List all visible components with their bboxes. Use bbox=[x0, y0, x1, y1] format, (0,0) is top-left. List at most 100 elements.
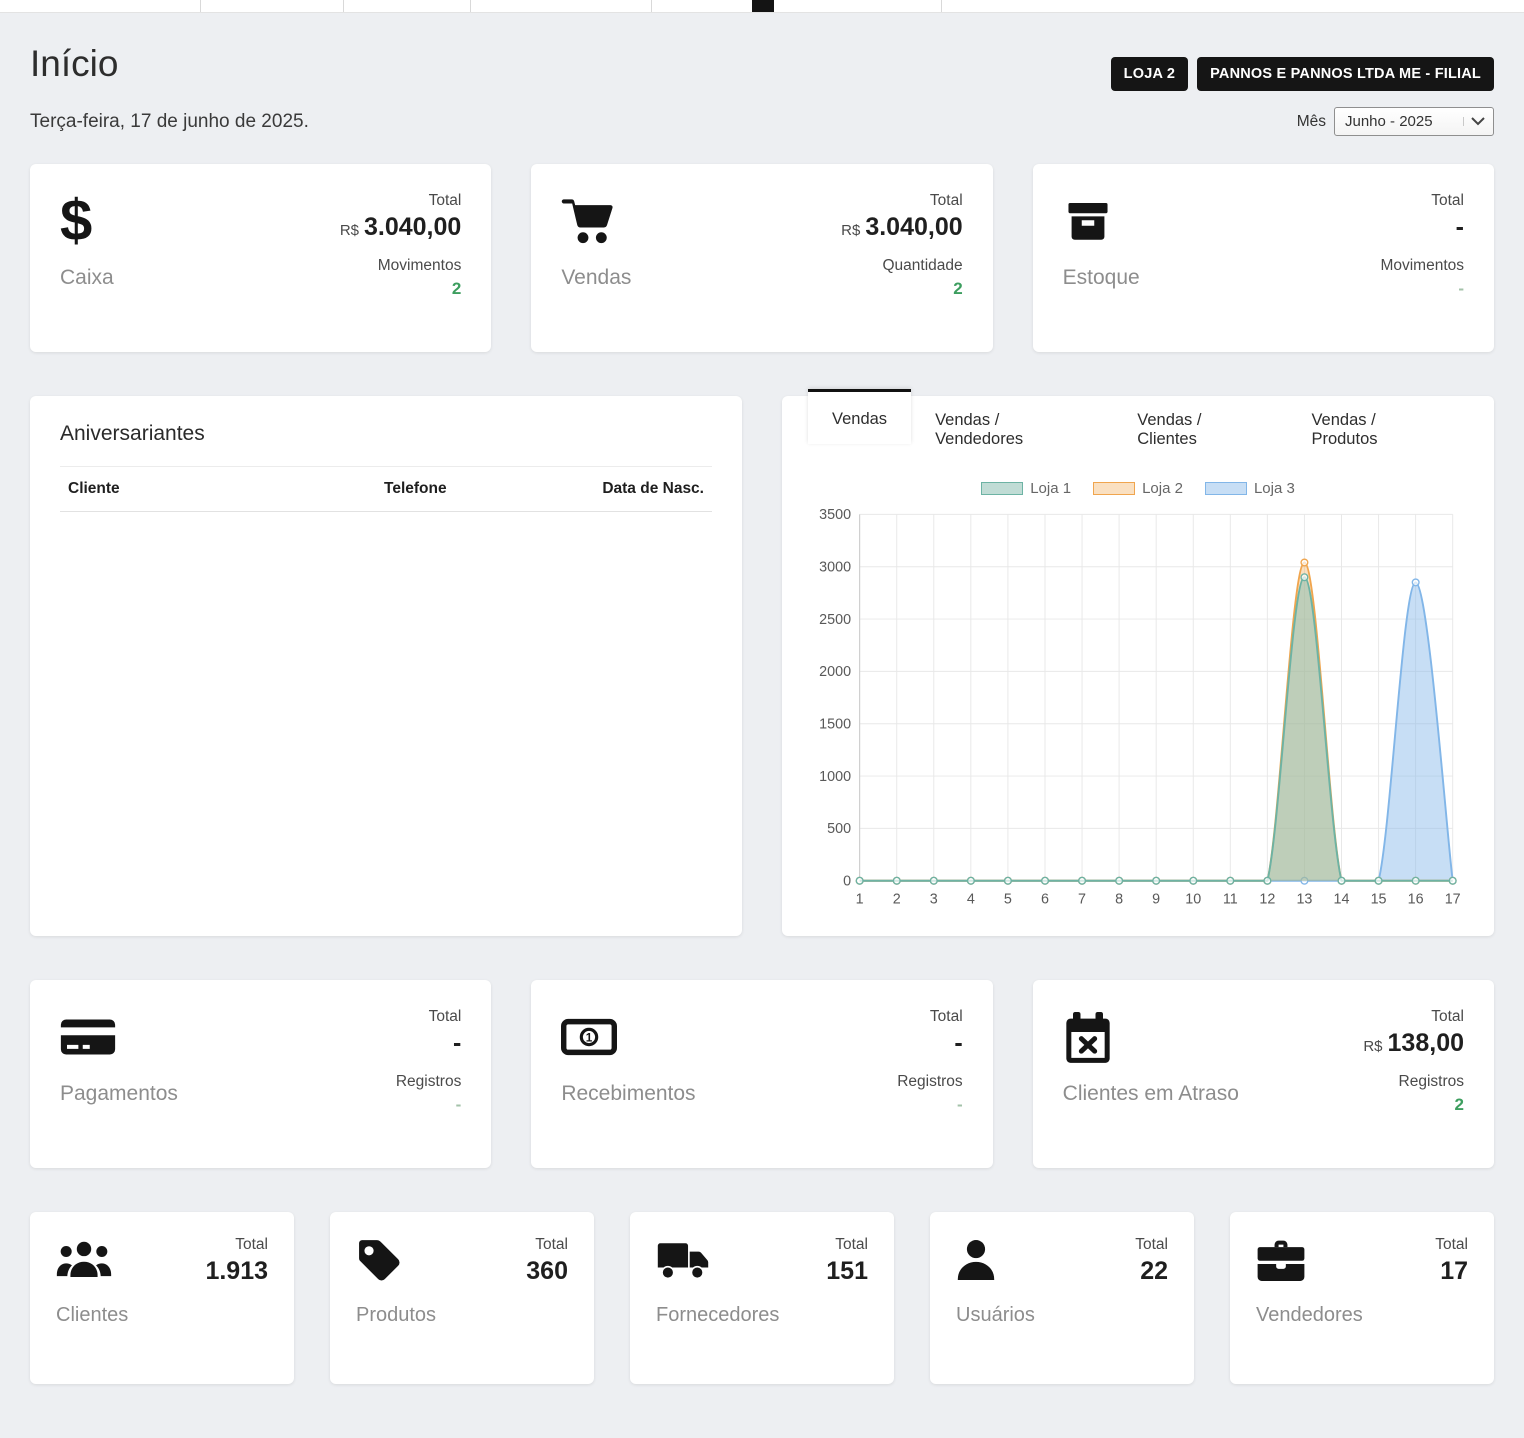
money-icon: 1 bbox=[561, 1008, 695, 1066]
legend-label: Loja 1 bbox=[1030, 480, 1071, 497]
month-select-value: Junho - 2025 bbox=[1345, 113, 1433, 130]
tag-icon bbox=[356, 1236, 402, 1284]
svg-text:12: 12 bbox=[1259, 892, 1275, 908]
card-produtos: Total 360 Produtos bbox=[330, 1212, 594, 1384]
svg-text:17: 17 bbox=[1445, 892, 1461, 908]
metric-label: Total bbox=[1435, 1236, 1468, 1254]
svg-text:2500: 2500 bbox=[819, 612, 851, 628]
metric-label: Total bbox=[897, 1008, 962, 1026]
month-label: Mês bbox=[1297, 113, 1326, 131]
svg-text:5: 5 bbox=[1004, 892, 1012, 908]
svg-text:1: 1 bbox=[856, 892, 864, 908]
svg-text:14: 14 bbox=[1334, 892, 1350, 908]
metric-label: Registros bbox=[1363, 1073, 1464, 1091]
legend-swatch bbox=[1205, 482, 1247, 495]
svg-text:500: 500 bbox=[827, 821, 851, 837]
dollar-glyph: $ bbox=[60, 192, 92, 250]
card-recebimentos: 1 Recebimentos Total - Registros - bbox=[531, 980, 992, 1168]
credit-card-icon bbox=[60, 1008, 178, 1066]
svg-text:8: 8 bbox=[1115, 892, 1123, 908]
metric-label: Total bbox=[1380, 192, 1464, 210]
metric-value: R$3.040,00 bbox=[340, 213, 462, 242]
month-select[interactable]: Junho - 2025 bbox=[1334, 107, 1494, 136]
top-nav-strip bbox=[0, 0, 1524, 13]
page-title: Início bbox=[30, 43, 118, 85]
column-header-data-nasc: Data de Nasc. bbox=[554, 480, 704, 498]
nav-divider bbox=[200, 0, 201, 12]
tab-vendas[interactable]: Vendas bbox=[808, 389, 911, 444]
svg-text:15: 15 bbox=[1371, 892, 1387, 908]
top-tab-indicator[interactable] bbox=[752, 0, 774, 12]
metric-label: Total bbox=[1135, 1236, 1168, 1254]
legend-label: Loja 3 bbox=[1254, 480, 1295, 497]
store-badge[interactable]: LOJA 2 bbox=[1111, 57, 1188, 91]
birthdays-panel: Aniversariantes Cliente Telefone Data de… bbox=[30, 396, 742, 936]
metric-label: Total bbox=[396, 1008, 461, 1026]
metric-sub-value: - bbox=[897, 1095, 962, 1115]
card-label: Pagamentos bbox=[60, 1082, 178, 1106]
legend-item-loja1[interactable]: Loja 1 bbox=[981, 480, 1071, 497]
box-icon bbox=[1063, 192, 1140, 250]
birthdays-table: Cliente Telefone Data de Nasc. bbox=[60, 466, 712, 892]
svg-text:0: 0 bbox=[843, 874, 851, 890]
metric-label: Total bbox=[826, 1236, 868, 1254]
nav-divider bbox=[651, 0, 652, 12]
metric-label: Registros bbox=[396, 1073, 461, 1091]
metric-amount: - bbox=[954, 1029, 962, 1057]
tab-vendas-vendedores[interactable]: Vendas / Vendedores bbox=[911, 396, 1113, 464]
metric-amount: - bbox=[453, 1029, 461, 1057]
metric-sub-value: 2 bbox=[1363, 1095, 1464, 1115]
metric-amount: 138,00 bbox=[1388, 1029, 1464, 1057]
birthdays-title: Aniversariantes bbox=[30, 396, 742, 466]
metric-value: - bbox=[897, 1029, 962, 1058]
card-label: Clientes em Atraso bbox=[1063, 1082, 1239, 1106]
metric-label: Movimentos bbox=[1380, 257, 1464, 275]
metric-value: 22 bbox=[1135, 1257, 1168, 1286]
card-label: Produtos bbox=[356, 1304, 568, 1327]
chart-legend: Loja 1 Loja 2 Loja 3 bbox=[808, 480, 1468, 497]
svg-text:9: 9 bbox=[1152, 892, 1160, 908]
sales-chart-panel: Vendas Vendas / Vendedores Vendas / Clie… bbox=[782, 396, 1494, 936]
svg-text:1: 1 bbox=[586, 1032, 593, 1045]
currency-prefix: R$ bbox=[1363, 1038, 1382, 1055]
metric-label: Quantidade bbox=[841, 257, 963, 275]
cart-icon bbox=[561, 192, 631, 250]
metric-label: Movimentos bbox=[340, 257, 462, 275]
currency-prefix: R$ bbox=[841, 222, 860, 239]
legend-item-loja3[interactable]: Loja 3 bbox=[1205, 480, 1295, 497]
dollar-icon: $ bbox=[60, 192, 114, 250]
chevron-down-icon bbox=[1463, 117, 1485, 126]
truck-icon bbox=[656, 1236, 710, 1284]
legend-label: Loja 2 bbox=[1142, 480, 1183, 497]
card-label: Fornecedores bbox=[656, 1304, 868, 1327]
card-vendedores: Total 17 Vendedores bbox=[1230, 1212, 1494, 1384]
company-badge[interactable]: PANNOS E PANNOS LTDA ME - FILIAL bbox=[1197, 57, 1494, 91]
card-label: Usuários bbox=[956, 1304, 1168, 1327]
nav-divider bbox=[941, 0, 942, 12]
metric-sub-value: 2 bbox=[340, 279, 462, 299]
card-label: Estoque bbox=[1063, 266, 1140, 290]
metric-value: 17 bbox=[1435, 1257, 1468, 1286]
birthdays-table-body bbox=[60, 512, 712, 892]
metric-value: 151 bbox=[826, 1257, 868, 1286]
metric-amount: - bbox=[1456, 213, 1464, 241]
metric-value: - bbox=[1380, 213, 1464, 242]
tab-vendas-produtos[interactable]: Vendas / Produtos bbox=[1287, 396, 1468, 464]
calendar-x-icon bbox=[1063, 1008, 1239, 1066]
legend-item-loja2[interactable]: Loja 2 bbox=[1093, 480, 1183, 497]
users-icon bbox=[56, 1236, 112, 1284]
svg-text:10: 10 bbox=[1185, 892, 1201, 908]
metric-value: R$ 3.040,00 bbox=[841, 213, 963, 242]
metric-sub-value: - bbox=[396, 1095, 461, 1115]
tab-vendas-clientes[interactable]: Vendas / Clientes bbox=[1113, 396, 1287, 464]
card-label: Recebimentos bbox=[561, 1082, 695, 1106]
chart-tabs: Vendas Vendas / Vendedores Vendas / Clie… bbox=[808, 396, 1468, 464]
svg-text:3000: 3000 bbox=[819, 560, 851, 576]
metric-sub-value: 2 bbox=[841, 279, 963, 299]
svg-text:16: 16 bbox=[1408, 892, 1424, 908]
metric-amount: 3.040,00 bbox=[865, 213, 962, 241]
svg-text:7: 7 bbox=[1078, 892, 1086, 908]
svg-text:3: 3 bbox=[930, 892, 938, 908]
svg-text:2: 2 bbox=[893, 892, 901, 908]
card-label: Vendas bbox=[561, 266, 631, 290]
